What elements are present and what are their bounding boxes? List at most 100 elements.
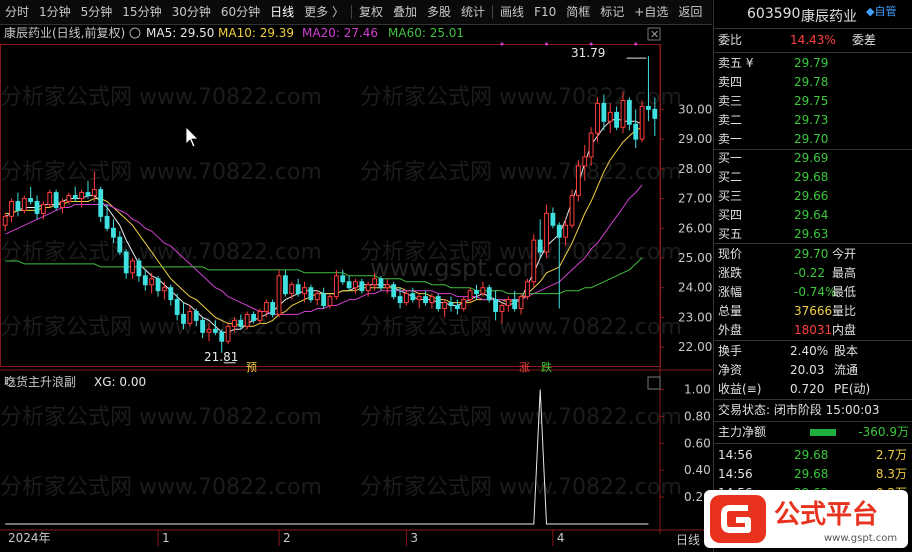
candle-body bbox=[518, 296, 524, 310]
main-net-value: -360.9万 bbox=[858, 425, 909, 439]
signal-dot bbox=[545, 42, 549, 46]
low-price-label: 21.81 bbox=[204, 350, 238, 364]
bid-label: 买三 bbox=[718, 189, 743, 203]
candle bbox=[15, 192, 21, 217]
bid-label: 买四 bbox=[718, 208, 743, 222]
candle-body bbox=[53, 192, 59, 208]
panel-divider bbox=[714, 52, 912, 53]
candle-body bbox=[98, 189, 104, 217]
toolbar-item-10[interactable]: 多股 bbox=[422, 0, 456, 24]
candle bbox=[2, 213, 8, 232]
ma60-label: MA60: 25.01 bbox=[388, 26, 464, 40]
settings-circle-icon[interactable] bbox=[129, 27, 141, 39]
candle-body bbox=[130, 260, 135, 274]
candle bbox=[168, 284, 174, 306]
stat-label-2: 今开 bbox=[832, 247, 857, 261]
close-x-icon[interactable]: ✕ bbox=[650, 28, 659, 41]
candle-body bbox=[193, 310, 199, 321]
bid-price: 29.66 bbox=[794, 189, 829, 203]
price-tick-label: 28.00 bbox=[678, 162, 712, 176]
candle-body bbox=[289, 284, 295, 295]
toolbar-item-6[interactable]: 日线 bbox=[265, 0, 299, 24]
candle bbox=[123, 249, 129, 279]
indicator-close-icon[interactable] bbox=[647, 376, 661, 390]
candle bbox=[518, 293, 524, 315]
watermark-text: 分析家公式网 www.70822.com bbox=[360, 405, 682, 430]
ma20-label: MA20: 27.46 bbox=[302, 26, 378, 40]
candle-body bbox=[569, 195, 575, 226]
candle-body bbox=[372, 278, 377, 286]
price-tick-label: 26.00 bbox=[678, 221, 712, 235]
candle-body bbox=[302, 287, 307, 295]
toolbar-item-8[interactable]: 复权 bbox=[354, 0, 388, 24]
candle-body bbox=[174, 299, 180, 315]
toolbar-item-4[interactable]: 30分钟 bbox=[167, 0, 216, 24]
signal-dot bbox=[634, 42, 638, 46]
watermark-layer: 分析家公式网 www.70822.com 分析家公式网 www.70822.com… bbox=[0, 85, 682, 500]
candle-body bbox=[499, 305, 505, 312]
price-tick-label: 22.00 bbox=[678, 340, 712, 354]
panel-divider bbox=[714, 340, 912, 341]
panel-divider bbox=[714, 443, 912, 444]
candle-body bbox=[161, 287, 167, 292]
toolbar-item-12[interactable]: 画线 bbox=[495, 0, 529, 24]
stat-value: -0.74% bbox=[794, 285, 837, 299]
candle-body bbox=[212, 328, 218, 333]
candle-body bbox=[531, 239, 537, 283]
toolbar-item-1[interactable]: 1分钟 bbox=[34, 0, 76, 24]
candle-body bbox=[378, 278, 384, 289]
toolbar-item-7[interactable]: 更多 〉 bbox=[299, 0, 349, 24]
stock-name: 康辰药业 bbox=[801, 9, 857, 25]
trade-status: 交易状态: 闭市阶段 15:00:03 bbox=[718, 403, 880, 417]
toolbar-item-0[interactable]: 分时 bbox=[0, 0, 34, 24]
toolbar-item-17[interactable]: 返回 bbox=[673, 0, 707, 24]
candle bbox=[626, 97, 632, 131]
candle bbox=[537, 219, 543, 258]
candle-body bbox=[21, 198, 27, 211]
kline-chart[interactable]: 分析家公式网 www.70822.com 分析家公式网 www.70822.com… bbox=[0, 24, 712, 552]
candle-body bbox=[575, 165, 581, 197]
stat-row: 涨幅 -0.74% 最低 bbox=[714, 283, 912, 302]
toolbar-item-13[interactable]: F10 bbox=[529, 0, 561, 24]
candle bbox=[575, 159, 581, 202]
candle-body bbox=[168, 287, 174, 301]
toolbar-item-3[interactable]: 15分钟 bbox=[117, 0, 166, 24]
candle-body bbox=[295, 284, 301, 295]
candle-body bbox=[72, 195, 78, 200]
candle-body bbox=[448, 302, 454, 307]
toolbar-item-16[interactable]: +自选 bbox=[629, 0, 673, 24]
candle bbox=[314, 290, 320, 306]
candle-body bbox=[327, 296, 333, 307]
toolbar-item-15[interactable]: 标记 bbox=[595, 0, 629, 24]
toolbar-item-5[interactable]: 60分钟 bbox=[216, 0, 265, 24]
stat-label: 现价 bbox=[718, 247, 743, 261]
toolbar-item-2[interactable]: 5分钟 bbox=[76, 0, 118, 24]
candle-body bbox=[9, 201, 14, 217]
watermark-text: 分析家公式网 www.70822.com bbox=[360, 85, 682, 110]
price-tick-label: 23.00 bbox=[678, 310, 712, 324]
stat-row: 涨跌 -0.22 最高 bbox=[714, 264, 912, 283]
watermark-text: 分析家公式网 www.70822.com bbox=[0, 315, 322, 340]
candle bbox=[155, 275, 161, 297]
stat2-value: 20.03 bbox=[790, 363, 825, 377]
candle-body bbox=[308, 287, 314, 301]
toolbar-item-11[interactable]: 统计 bbox=[456, 0, 490, 24]
time-tick-label: 2 bbox=[283, 531, 291, 545]
self-select-button[interactable]: ◆自管 bbox=[866, 3, 896, 19]
toolbar-item-9[interactable]: 叠加 bbox=[388, 0, 422, 24]
candle-body bbox=[333, 275, 339, 298]
indicator-tick-label: 0.80 bbox=[684, 409, 711, 423]
stat2-row: 换手 2.40% 股本 bbox=[714, 342, 912, 361]
toolbar-item-14[interactable]: 简框 bbox=[561, 0, 595, 24]
stat2-label-2: 流通 bbox=[834, 363, 859, 377]
candle bbox=[34, 195, 40, 220]
candle bbox=[295, 278, 301, 297]
candle-body bbox=[283, 275, 288, 295]
candle-body bbox=[136, 260, 142, 277]
ask-row: 卖一 29.70 bbox=[714, 130, 912, 149]
candle-body bbox=[34, 201, 40, 214]
candle bbox=[117, 231, 123, 256]
stat-value: 29.70 bbox=[794, 247, 829, 261]
candle-body bbox=[588, 132, 594, 158]
candle-body bbox=[353, 281, 358, 289]
